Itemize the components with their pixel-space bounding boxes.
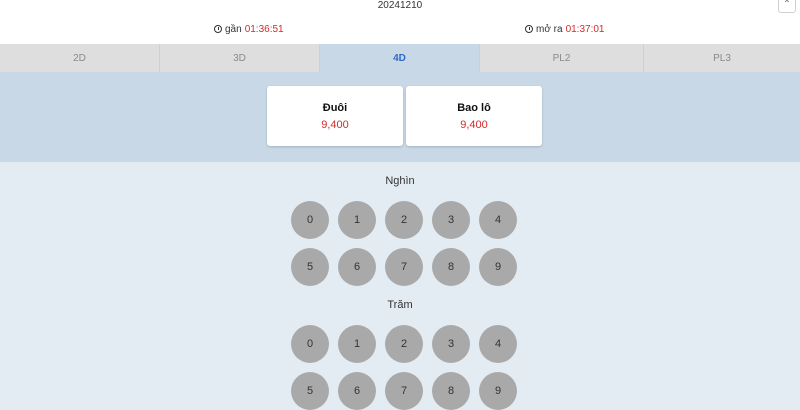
number-ball[interactable]: 6 [338,372,376,410]
open-timer-value: 01:37:01 [565,23,605,35]
tab-2d[interactable]: 2D [0,44,160,72]
tab-4d[interactable]: 4D [320,44,480,72]
number-ball[interactable]: 1 [338,325,376,363]
mode-name: Bao lô [457,101,491,114]
number-ball[interactable]: 0 [291,325,329,363]
number-ball[interactable]: 2 [385,201,423,239]
number-ball[interactable]: 9 [479,248,517,286]
close-timer-value: 01:36:51 [244,23,284,35]
number-ball[interactable]: 0 [291,201,329,239]
number-ball[interactable]: 8 [432,248,470,286]
close-timer: gần 01:36:51 [214,14,284,44]
number-ball[interactable]: 9 [479,372,517,410]
number-ball[interactable]: 5 [291,372,329,410]
mode-odds: 9,400 [321,118,349,131]
period-label: 20241210 [377,0,423,11]
section-title-tram: Trăm [387,299,413,311]
mode-odds: 9,400 [460,118,488,131]
number-ball[interactable]: 8 [432,372,470,410]
section-title-nghin: Nghìn [385,175,415,187]
open-timer: mở ra 01:37:01 [525,14,605,44]
number-ball[interactable]: 4 [479,201,517,239]
mode-name: Đuôi [322,101,348,114]
number-ball[interactable]: 3 [432,201,470,239]
tab-pl3[interactable]: PL3 [644,44,800,72]
clock-icon [214,25,222,33]
number-ball[interactable]: 4 [479,325,517,363]
top-bar: 20241210 ⌃ [0,0,800,14]
number-ball[interactable]: 3 [432,325,470,363]
game-tabs: 2D 3D 4D PL2 PL3 [0,44,800,72]
close-timer-label: gần [225,23,242,35]
open-timer-label: mở ra [536,23,563,35]
mode-card-bao-lo[interactable]: Bao lô 9,400 [406,86,542,146]
timer-bar: gần 01:36:51 mở ra 01:37:01 [0,14,800,44]
number-ball[interactable]: 5 [291,248,329,286]
number-ball[interactable]: 7 [385,248,423,286]
number-ball[interactable]: 6 [338,248,376,286]
tab-3d[interactable]: 3D [160,44,320,72]
bet-mode-panel: Đuôi 9,400 Bao lô 9,400 [0,72,800,162]
expand-icon[interactable]: ⌃ [778,0,796,13]
clock-icon [525,25,533,33]
number-ball[interactable]: 1 [338,201,376,239]
number-ball[interactable]: 7 [385,372,423,410]
number-ball[interactable]: 2 [385,325,423,363]
tab-pl2[interactable]: PL2 [480,44,644,72]
mode-card-duoi[interactable]: Đuôi 9,400 [267,86,403,146]
